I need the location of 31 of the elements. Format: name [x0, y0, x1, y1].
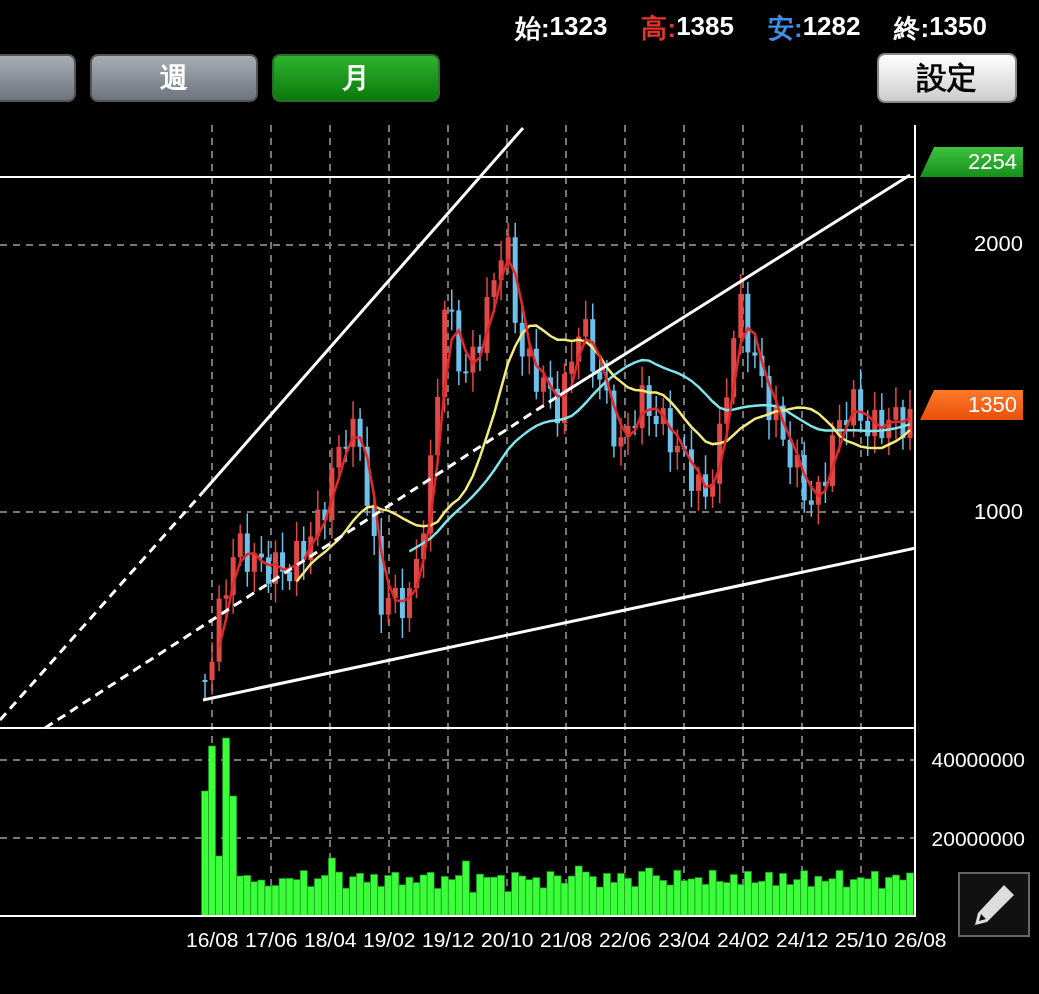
price-label: 終: — [894, 11, 930, 45]
date-label: 16/08 — [186, 927, 240, 953]
date-label: 25/10 — [835, 927, 889, 953]
price-flag: 1350 — [920, 390, 1023, 420]
date-label: 24/12 — [776, 927, 830, 953]
date-label: 19/12 — [422, 927, 476, 953]
price-value: 1282 — [802, 10, 861, 43]
date-label: 26/08 — [894, 927, 948, 953]
date-label: 18/04 — [304, 927, 358, 953]
axis-label: 40000000 — [931, 747, 1025, 773]
price-label: 高: — [641, 11, 677, 45]
date-label: 19/02 — [363, 927, 417, 953]
edit-button[interactable] — [958, 872, 1030, 937]
axis-label: 1000 — [974, 498, 1023, 526]
period-tab[interactable]: 週 — [90, 54, 258, 102]
price-value: 1350 — [929, 10, 987, 43]
date-label: 24/02 — [717, 927, 771, 953]
date-label: 17/06 — [245, 927, 299, 953]
period-tab[interactable]: 月 — [272, 54, 440, 102]
price-value: 1323 — [549, 10, 608, 43]
price-label: 始: — [514, 11, 550, 45]
date-label: 20/10 — [481, 927, 535, 953]
settings-button[interactable]: 設定 — [877, 53, 1017, 103]
date-label: 23/04 — [658, 927, 712, 953]
date-label: 22/06 — [599, 927, 653, 953]
axis-label: 2000 — [974, 230, 1023, 258]
price-flag: 2254 — [920, 147, 1023, 177]
price-label: 安: — [767, 11, 803, 45]
price-value: 1385 — [676, 10, 734, 43]
date-label: 21/08 — [540, 927, 594, 953]
axis-label: 20000000 — [931, 826, 1025, 852]
